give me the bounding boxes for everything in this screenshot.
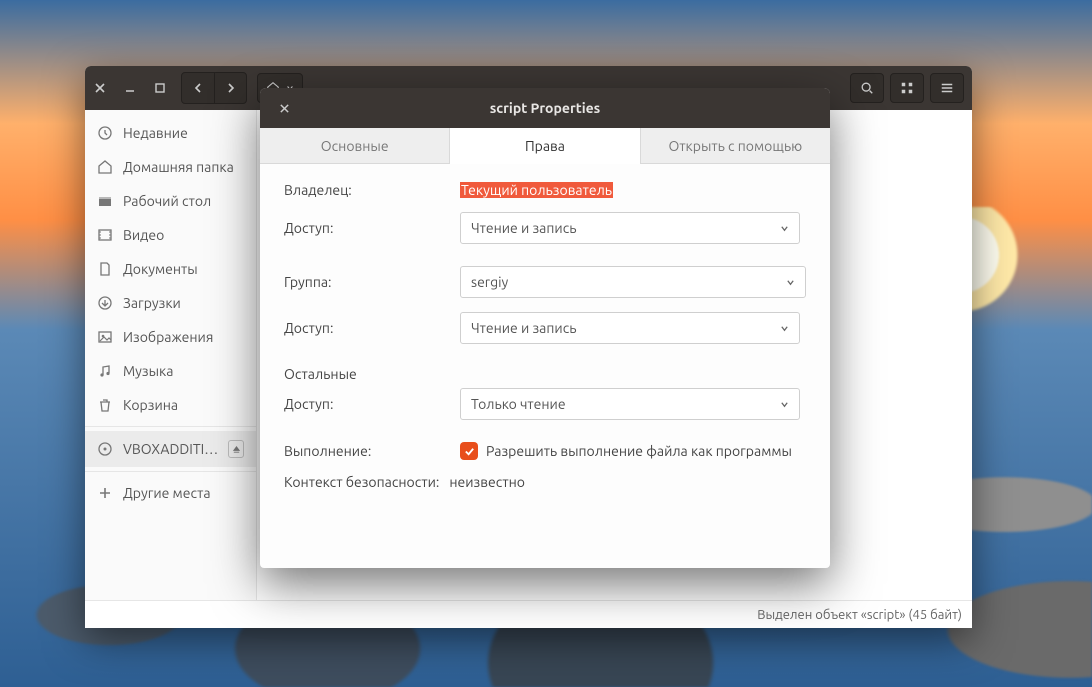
- sidebar-item-label: Рабочий стол: [123, 193, 211, 209]
- sidebar-item-label: Корзина: [123, 397, 178, 413]
- exec-checkbox-label[interactable]: Разрешить выполнение файла как программы: [486, 443, 792, 459]
- sidebar-item-recent[interactable]: Недавние: [85, 116, 256, 150]
- chevron-down-icon: [780, 320, 789, 336]
- sidebar-item-label: Загрузки: [123, 295, 181, 311]
- sidebar-item-label: Недавние: [123, 125, 188, 141]
- group-access-label: Доступ:: [284, 320, 460, 336]
- pictures-icon: [97, 329, 113, 345]
- back-button[interactable]: [182, 73, 214, 103]
- search-button[interactable]: [850, 73, 884, 103]
- owner-access-combo[interactable]: Чтение и запись: [460, 212, 800, 244]
- sidebar-item-music[interactable]: Музыка: [85, 354, 256, 388]
- chevron-down-icon: [786, 274, 795, 290]
- maximize-button[interactable]: [145, 66, 175, 110]
- clock-icon: [97, 125, 113, 141]
- nav-group: [181, 72, 247, 104]
- music-icon: [97, 363, 113, 379]
- sidebar-item-label: Видео: [123, 227, 164, 243]
- sidebar-item-label: Домашняя папка: [123, 159, 234, 175]
- sidebar-item-home[interactable]: Домашняя папка: [85, 150, 256, 184]
- sidebar: Недавние Домашняя папка Рабочий стол Вид…: [85, 110, 257, 600]
- owner-value: Текущий пользователь: [460, 182, 613, 198]
- sidebar-item-pictures[interactable]: Изображения: [85, 320, 256, 354]
- dialog-close-button[interactable]: [266, 88, 302, 128]
- tab-basic[interactable]: Основные: [260, 128, 449, 163]
- exec-label: Выполнение:: [284, 443, 460, 459]
- owner-label: Владелец:: [284, 182, 460, 198]
- sidebar-item-desktop[interactable]: Рабочий стол: [85, 184, 256, 218]
- properties-dialog: script Properties Основные Права Открыть…: [260, 88, 830, 568]
- tab-openwith[interactable]: Открыть с помощью: [640, 128, 830, 163]
- download-icon: [97, 295, 113, 311]
- eject-button[interactable]: [228, 440, 244, 458]
- group-access-combo[interactable]: Чтение и запись: [460, 312, 800, 344]
- sidebar-item-volume[interactable]: VBOXADDITI…: [85, 431, 256, 467]
- exec-checkbox[interactable]: [460, 442, 478, 460]
- status-text: Выделен объект «script» (45 байт): [757, 608, 962, 622]
- dialog-title: script Properties: [490, 100, 601, 116]
- tab-permissions[interactable]: Права: [449, 128, 639, 163]
- chevron-down-icon: [780, 396, 789, 412]
- video-icon: [97, 227, 113, 243]
- trash-icon: [97, 397, 113, 413]
- plus-icon: [97, 485, 113, 501]
- sidebar-separator: [85, 471, 256, 472]
- sidebar-separator: [85, 426, 256, 427]
- group-combo[interactable]: sergiy: [460, 266, 806, 298]
- sidebar-item-video[interactable]: Видео: [85, 218, 256, 252]
- sidebar-item-label: Другие места: [123, 485, 211, 501]
- home-icon: [97, 159, 113, 175]
- dialog-tabs: Основные Права Открыть с помощью: [260, 128, 830, 164]
- document-icon: [97, 261, 113, 277]
- close-button[interactable]: [85, 66, 115, 110]
- sidebar-item-label: Музыка: [123, 363, 173, 379]
- owner-access-label: Доступ:: [284, 220, 460, 236]
- dialog-titlebar[interactable]: script Properties: [260, 88, 830, 128]
- dialog-body: Владелец: Текущий пользователь Доступ: Ч…: [260, 164, 830, 522]
- minimize-button[interactable]: [115, 66, 145, 110]
- sidebar-item-trash[interactable]: Корзина: [85, 388, 256, 422]
- forward-button[interactable]: [214, 73, 246, 103]
- sidebar-item-other[interactable]: Другие места: [85, 476, 256, 510]
- chevron-down-icon: [780, 220, 789, 236]
- desktop-icon: [97, 193, 113, 209]
- group-label: Группа:: [284, 274, 460, 290]
- security-context-value: неизвестно: [449, 474, 806, 490]
- hamburger-menu-button[interactable]: [930, 73, 964, 103]
- sidebar-item-downloads[interactable]: Загрузки: [85, 286, 256, 320]
- others-access-combo[interactable]: Только чтение: [460, 388, 800, 420]
- sidebar-item-label: Изображения: [123, 329, 213, 345]
- others-label: Остальные: [284, 366, 460, 382]
- view-grid-button[interactable]: [890, 73, 924, 103]
- disc-icon: [97, 441, 113, 457]
- status-bar: Выделен объект «script» (45 байт): [85, 600, 972, 628]
- others-access-label: Доступ:: [284, 396, 460, 412]
- sidebar-item-documents[interactable]: Документы: [85, 252, 256, 286]
- sidebar-item-label: VBOXADDITI…: [123, 441, 218, 457]
- sidebar-item-label: Документы: [123, 261, 198, 277]
- security-context-label: Контекст безопасности:: [284, 474, 439, 490]
